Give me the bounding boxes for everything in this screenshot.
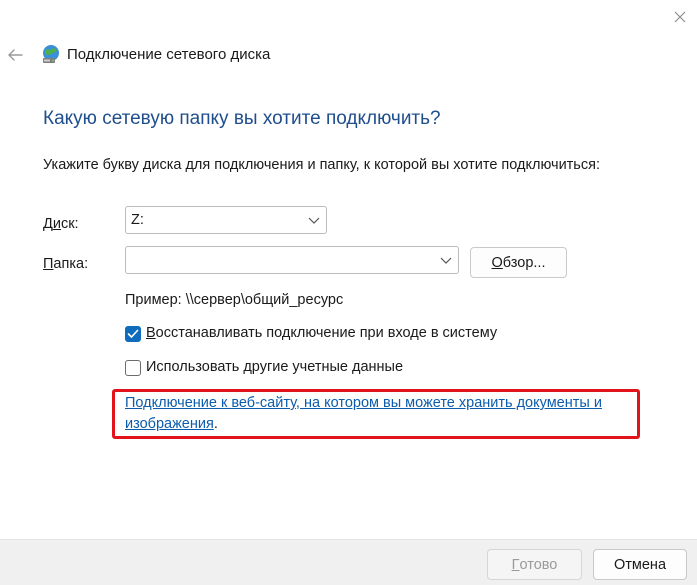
back-button[interactable] — [2, 40, 28, 70]
cancel-button[interactable]: Отмена — [593, 549, 687, 580]
close-icon — [674, 11, 686, 23]
drive-letter-value: Z: — [131, 212, 144, 228]
instruction-text: Укажите букву диска для подключения и па… — [43, 157, 600, 173]
page-heading: Какую сетевую папку вы хотите подключить… — [43, 108, 441, 129]
chevron-down-icon — [308, 217, 320, 224]
drive-letter-select[interactable]: Z: — [125, 206, 327, 234]
folder-path-combobox[interactable] — [125, 246, 459, 274]
checkmark-icon — [127, 329, 139, 338]
browse-button[interactable]: Обзор... — [470, 247, 567, 278]
window-title: Подключение сетевого диска — [67, 46, 271, 63]
reconnect-checkbox[interactable] — [125, 326, 141, 342]
other-credentials-checkbox-label[interactable]: Использовать другие учетные данные — [146, 359, 403, 375]
network-drive-icon — [43, 45, 59, 63]
drive-label: Диск: — [43, 216, 79, 232]
back-arrow-icon — [8, 49, 23, 61]
reconnect-checkbox-label[interactable]: Восстанавливать подключение при входе в … — [146, 325, 497, 341]
chevron-down-icon — [440, 257, 452, 264]
folder-label: Папка: — [43, 256, 89, 272]
close-button[interactable] — [664, 2, 696, 32]
finish-button[interactable]: Готово — [487, 549, 582, 580]
other-credentials-checkbox[interactable] — [125, 360, 141, 376]
highlight-annotation — [112, 389, 640, 439]
example-path-text: Пример: \\сервер\общий_ресурс — [125, 292, 344, 308]
